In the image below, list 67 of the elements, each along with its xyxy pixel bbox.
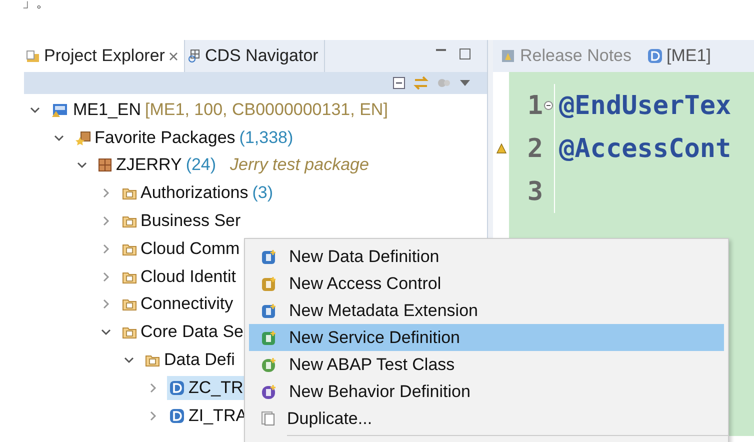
copy-icon [261,411,275,426]
collapse-icon[interactable] [100,327,110,338]
view-tab[interactable]: Project Explorer [24,40,185,72]
collapse-icon[interactable] [77,160,87,170]
folder-icon [122,186,136,200]
collapse-icon[interactable] [54,132,64,143]
expand-icon[interactable] [100,299,110,310]
tree-item[interactable]: Data Defi [143,348,237,372]
code-line: @AccessCont [559,134,732,164]
maximize-icon[interactable] [459,48,471,60]
close-icon[interactable] [168,52,178,60]
menu-item[interactable]: New Data Definition [249,243,724,270]
grid-search-icon [186,49,201,63]
data-definition-icon [168,408,184,424]
tree-item[interactable]: Authorizations (3) [120,181,276,206]
tree-item[interactable]: Cloud Comm [120,236,242,261]
menu-item[interactable]: New ABAP Test Class [249,351,724,378]
tree-item[interactable]: Connectivity [120,292,236,316]
new-item-icon [261,276,277,292]
tree-item[interactable]: ME1_EN [ME1, 100, CB0000000131, EN] [49,98,390,122]
package-icon [98,158,112,172]
expand-icon[interactable] [148,410,158,421]
page-text: 」。 [22,0,51,12]
expand-icon[interactable] [100,244,110,254]
tree-item[interactable]: Business Ser [120,209,243,234]
new-item-icon [261,384,277,400]
collapse-all-icon[interactable] [393,77,405,89]
line-number: 2 [526,134,543,164]
new-item-icon [261,302,277,318]
line-number: 1 [526,90,543,120]
system-icon [51,102,69,118]
tree-item[interactable]: ZJERRY (24) Jerry test package [96,153,371,178]
editor-tab[interactable]: [ME1] [640,40,719,72]
expand-icon[interactable] [100,188,110,198]
expand-icon[interactable] [100,216,110,226]
tree-item[interactable]: ZI_TRA [166,404,250,428]
collapse-icon[interactable] [30,104,40,115]
folder-icon [26,50,40,62]
new-item-icon [261,330,277,346]
tree-item[interactable]: Core Data Se [120,320,246,344]
notes-icon [501,49,515,63]
folder-icon [145,353,160,368]
data-definition-icon [648,49,662,63]
folder-icon [122,214,136,228]
view-menu-icon[interactable] [459,79,471,87]
new-item-icon [261,356,277,372]
line-number: 3 [526,176,543,206]
tree-item[interactable]: Favorite Packages (1,338) [72,126,296,150]
new-item-icon [261,248,277,264]
expand-icon[interactable] [148,382,158,393]
folder-icon [122,297,136,312]
tree-item[interactable]: Cloud Identit [120,264,238,289]
star-package-icon [74,130,90,146]
expand-icon[interactable] [100,272,110,282]
tree-item[interactable]: ZC_TR [166,376,246,400]
menu-item[interactable]: New Service Definition [249,324,724,351]
data-definition-icon [168,380,184,396]
folder-icon [122,242,136,256]
fold-icon[interactable] [544,101,553,110]
menu-item[interactable]: New Access Control [249,270,724,297]
menu-item[interactable]: New Behavior Definition [249,378,724,405]
folder-icon [122,325,136,340]
menu-item[interactable]: Duplicate... [249,405,724,432]
menu-item[interactable]: New Metadata Extension [249,297,724,324]
collapse-icon[interactable] [124,355,134,366]
code-line: @EndUserTex [559,90,732,120]
folder-icon [122,270,136,284]
